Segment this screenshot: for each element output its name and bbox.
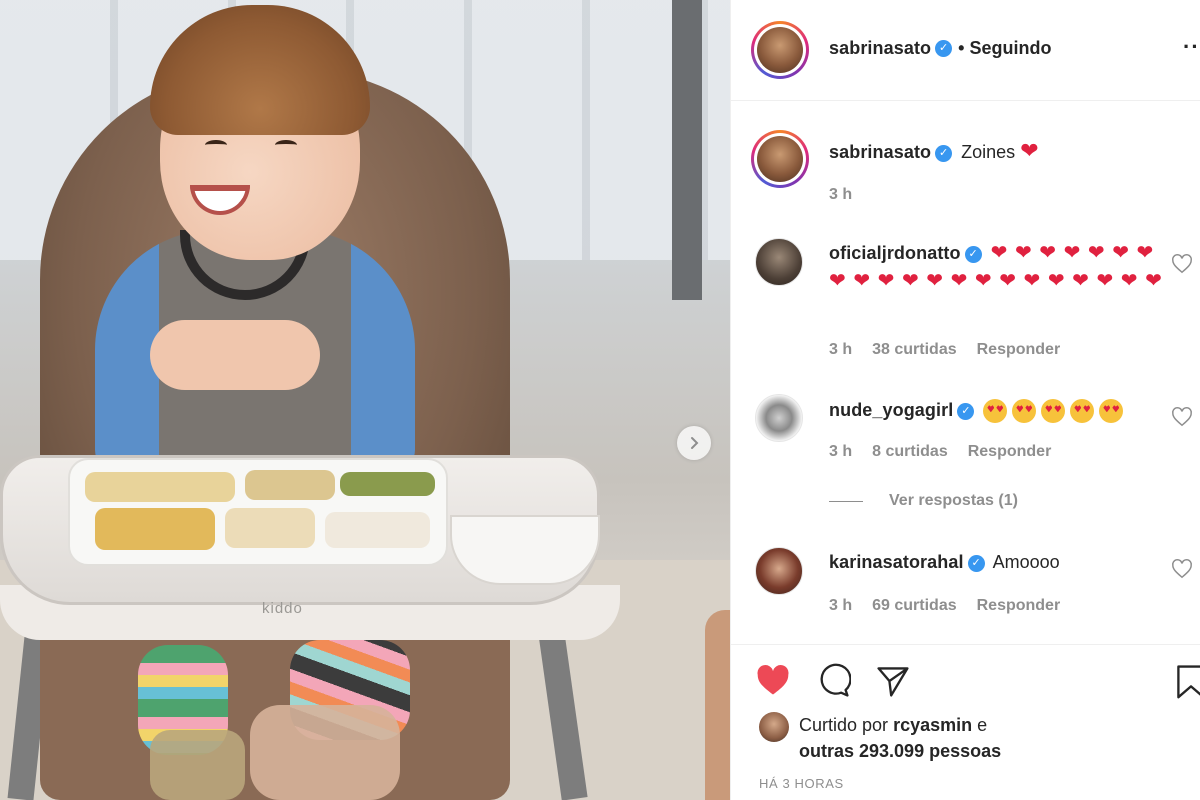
child-boot-left <box>150 730 245 800</box>
more-options-icon[interactable]: ··· <box>1183 34 1200 60</box>
child-hands <box>150 320 320 390</box>
verified-badge-icon: ✓ <box>935 144 953 162</box>
food-portion <box>340 472 435 496</box>
bookmark-icon[interactable] <box>1173 663 1200 699</box>
next-photo-button[interactable] <box>677 426 711 460</box>
food-portion <box>225 508 315 548</box>
reply-button[interactable]: Responder <box>977 597 1061 615</box>
view-replies-button[interactable]: Ver respostas (1) <box>829 492 1018 510</box>
comment-username[interactable]: karinasatorahal <box>829 552 964 572</box>
commenter-avatar[interactable] <box>755 547 803 595</box>
liked-by-user[interactable]: rcyasmin <box>893 715 972 735</box>
tray-cup-holder <box>450 515 600 585</box>
heart-eyes-emoji <box>1041 399 1066 424</box>
author-username[interactable]: sabrinasato <box>829 38 931 59</box>
paper-plane-icon[interactable] <box>875 663 911 699</box>
liked-by-prefix: Curtido por <box>799 715 889 735</box>
verified-badge-icon: ✓ <box>964 245 982 263</box>
view-replies-label: Ver respostas (1) <box>889 492 1018 509</box>
photo-window-frame <box>672 0 702 300</box>
liked-by-avatar[interactable] <box>759 712 789 742</box>
comment-item: nude_yogagirl ✓ <box>829 396 1169 424</box>
comment-likes-count[interactable]: 38 curtidas <box>872 341 956 359</box>
comment-likes-count[interactable]: 8 curtidas <box>872 443 948 461</box>
heart-eyes-emoji <box>1070 399 1095 424</box>
food-portion <box>245 470 335 500</box>
food-portion <box>95 508 215 550</box>
caption-text: Zoines <box>961 142 1016 162</box>
caption-username[interactable]: sabrinasato <box>829 142 931 162</box>
caption-author-avatar[interactable] <box>751 130 809 188</box>
liked-by-others[interactable]: outras 293.099 pessoas <box>799 741 1001 761</box>
verified-badge-icon: ✓ <box>935 40 953 57</box>
chevron-right-icon <box>691 437 699 449</box>
comment-username[interactable]: nude_yogagirl <box>829 400 953 420</box>
comment-time[interactable]: 3 h <box>829 341 852 359</box>
brand-logo: kiddo <box>262 600 303 617</box>
post-side-panel: sabrinasato ✓ • Seguindo ··· sabrinasato… <box>730 0 1200 800</box>
comment-like-icon[interactable] <box>1171 253 1193 275</box>
photo-furniture <box>705 610 730 800</box>
heart-filled-icon[interactable] <box>755 663 791 699</box>
comment-username[interactable]: oficialjrdonatto <box>829 243 961 263</box>
author-avatar[interactable] <box>751 21 809 79</box>
liked-by-suffix: e <box>977 715 988 735</box>
reply-button[interactable]: Responder <box>977 341 1061 359</box>
commenter-avatar[interactable] <box>755 238 803 286</box>
post-caption: sabrinasato ✓ Zoines ❤ <box>829 137 1169 166</box>
comment-like-icon[interactable] <box>1171 406 1193 428</box>
verified-badge-icon: ✓ <box>967 554 985 572</box>
post-header: sabrinasato ✓ • Seguindo ··· <box>731 0 1200 101</box>
comment-item: karinasatorahal ✓ Amoooo <box>829 548 1169 576</box>
liked-by-summary: Curtido por rcyasmin e outras 293.099 pe… <box>759 712 1001 764</box>
heart-eyes-emojis <box>983 399 1128 424</box>
child-boot-right <box>250 705 400 800</box>
comment-time[interactable]: 3 h <box>829 443 852 461</box>
replies-divider <box>829 500 863 502</box>
verified-badge-icon: ✓ <box>957 402 975 420</box>
post-photo[interactable]: kiddo <box>0 0 730 800</box>
comment-time[interactable]: 3 h <box>829 597 852 615</box>
food-portion <box>325 512 430 548</box>
child-eye-left <box>205 140 227 150</box>
heart-emoji: ❤ <box>1020 138 1039 163</box>
comment-likes-count[interactable]: 69 curtidas <box>872 597 956 615</box>
child-eye-right <box>275 140 297 150</box>
food-portion <box>85 472 235 502</box>
reply-button[interactable]: Responder <box>968 443 1052 461</box>
caption-time[interactable]: 3 h <box>829 186 852 204</box>
heart-eyes-emoji <box>983 399 1008 424</box>
commenter-avatar[interactable] <box>755 394 803 442</box>
post-timestamp[interactable]: HÁ 3 HORAS <box>759 776 844 791</box>
comment-like-icon[interactable] <box>1171 558 1193 580</box>
heart-eyes-emoji <box>1012 399 1037 424</box>
comment-bubble-icon[interactable] <box>815 663 851 699</box>
comment-text: Amoooo <box>992 552 1060 572</box>
comment-item: oficialjrdonatto ✓ ❤ ❤ ❤ ❤ ❤ ❤ ❤ ❤ ❤ ❤ ❤ … <box>829 239 1169 295</box>
heart-eyes-emoji <box>1099 399 1124 424</box>
following-status[interactable]: • Seguindo <box>958 38 1051 59</box>
